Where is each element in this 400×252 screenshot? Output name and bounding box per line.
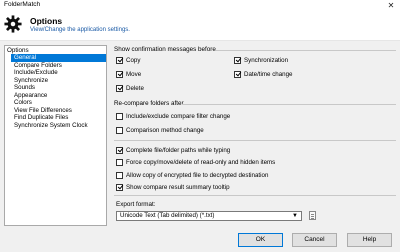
separator bbox=[216, 50, 396, 51]
tree-item-colors[interactable]: Colors bbox=[11, 99, 106, 107]
synchronization-label: Synchronization bbox=[244, 56, 289, 64]
method-change-checkbox[interactable]: Comparison method change bbox=[116, 126, 204, 134]
dialog-body: Options General Compare Folders Include/… bbox=[0, 41, 400, 230]
move-label: Move bbox=[126, 70, 142, 78]
complete-paths-checkbox[interactable]: Complete file/folder paths while typing bbox=[116, 146, 230, 154]
tree-item-view-file-differences[interactable]: View File Differences bbox=[11, 107, 106, 115]
dialog-header: Options View/Change the application sett… bbox=[0, 11, 400, 41]
allow-encrypted-label: Allow copy of encrypted file to decrypte… bbox=[126, 171, 269, 179]
export-format-value: Unicode Text (Tab delimited) (*.txt) bbox=[120, 212, 215, 219]
checkbox-box[interactable] bbox=[116, 158, 123, 166]
filter-change-checkbox[interactable]: Include/exclude compare filter change bbox=[116, 112, 230, 120]
options-tree[interactable]: Options General Compare Folders Include/… bbox=[4, 45, 107, 226]
tree-item-include-exclude[interactable]: Include/Exclude bbox=[11, 69, 106, 77]
checkbox-box[interactable] bbox=[116, 70, 123, 78]
copy-checkbox[interactable]: Copy bbox=[116, 56, 140, 64]
page-subtitle: View/Change the application settings. bbox=[30, 27, 130, 33]
move-checkbox[interactable]: Move bbox=[116, 70, 141, 78]
tree-item-appearance[interactable]: Appearance bbox=[11, 92, 106, 100]
file-icon[interactable] bbox=[309, 211, 316, 220]
checkbox-box[interactable] bbox=[116, 126, 123, 134]
cancel-button[interactable]: Cancel bbox=[292, 233, 337, 247]
checkbox-box[interactable] bbox=[116, 146, 123, 154]
separator bbox=[114, 195, 396, 196]
summary-tooltip-label: Show compare result summary tooltip bbox=[126, 183, 230, 191]
export-format-label: Export format: bbox=[116, 201, 156, 208]
separator bbox=[182, 104, 396, 105]
export-format-select[interactable]: Unicode Text (Tab delimited) (*.txt) ▼ bbox=[116, 211, 302, 221]
window-title: FolderMatch bbox=[4, 1, 41, 8]
gear-icon bbox=[4, 15, 22, 33]
synchronization-checkbox[interactable]: Synchronization bbox=[234, 56, 288, 64]
force-readonly-checkbox[interactable]: Force copy/move/delete of read-only and … bbox=[116, 158, 275, 166]
close-icon[interactable]: ✕ bbox=[384, 0, 398, 11]
copy-label: Copy bbox=[126, 56, 141, 64]
checkbox-box[interactable] bbox=[116, 84, 123, 92]
page-title: Options bbox=[30, 16, 63, 26]
chevron-down-icon[interactable]: ▼ bbox=[292, 212, 298, 220]
recompare-group-label: Re-compare folders after bbox=[114, 100, 184, 107]
tree-item-general[interactable]: General bbox=[11, 54, 106, 62]
force-readonly-label: Force copy/move/delete of read-only and … bbox=[126, 158, 276, 166]
checkbox-box[interactable] bbox=[116, 183, 123, 191]
allow-encrypted-checkbox[interactable]: Allow copy of encrypted file to decrypte… bbox=[116, 171, 268, 179]
delete-label: Delete bbox=[126, 84, 144, 92]
summary-tooltip-checkbox[interactable]: Show compare result summary tooltip bbox=[116, 183, 230, 191]
complete-paths-label: Complete file/folder paths while typing bbox=[126, 146, 231, 154]
tree-root[interactable]: Options bbox=[7, 47, 29, 54]
dialog-footer: OK Cancel Help bbox=[0, 230, 400, 252]
general-settings-panel: Show confirmation messages before Copy S… bbox=[112, 45, 396, 226]
checkbox-box[interactable] bbox=[116, 171, 123, 179]
datetime-checkbox[interactable]: Date/time change bbox=[234, 70, 293, 78]
checkbox-box[interactable] bbox=[116, 56, 123, 64]
help-button[interactable]: Help bbox=[347, 233, 392, 247]
tree-item-synchronize-system-clock[interactable]: Synchronize System Clock bbox=[11, 122, 106, 130]
tree-item-sounds[interactable]: Sounds bbox=[11, 84, 106, 92]
title-bar: FolderMatch ✕ bbox=[0, 0, 400, 11]
tree-item-find-duplicate-files[interactable]: Find Duplicate Files bbox=[11, 114, 106, 122]
checkbox-box[interactable] bbox=[116, 112, 123, 120]
checkbox-box[interactable] bbox=[234, 56, 241, 64]
tree-item-compare-folders[interactable]: Compare Folders bbox=[11, 62, 106, 70]
confirm-group-label: Show confirmation messages before bbox=[114, 46, 216, 53]
delete-checkbox[interactable]: Delete bbox=[116, 84, 144, 92]
filter-change-label: Include/exclude compare filter change bbox=[126, 112, 231, 120]
datetime-label: Date/time change bbox=[244, 70, 293, 78]
tree-item-synchronize[interactable]: Synchronize bbox=[11, 77, 106, 85]
tree-items: General Compare Folders Include/Exclude … bbox=[11, 54, 106, 129]
checkbox-box[interactable] bbox=[234, 70, 241, 78]
separator bbox=[114, 140, 396, 141]
ok-button[interactable]: OK bbox=[238, 233, 283, 247]
method-change-label: Comparison method change bbox=[126, 126, 204, 134]
